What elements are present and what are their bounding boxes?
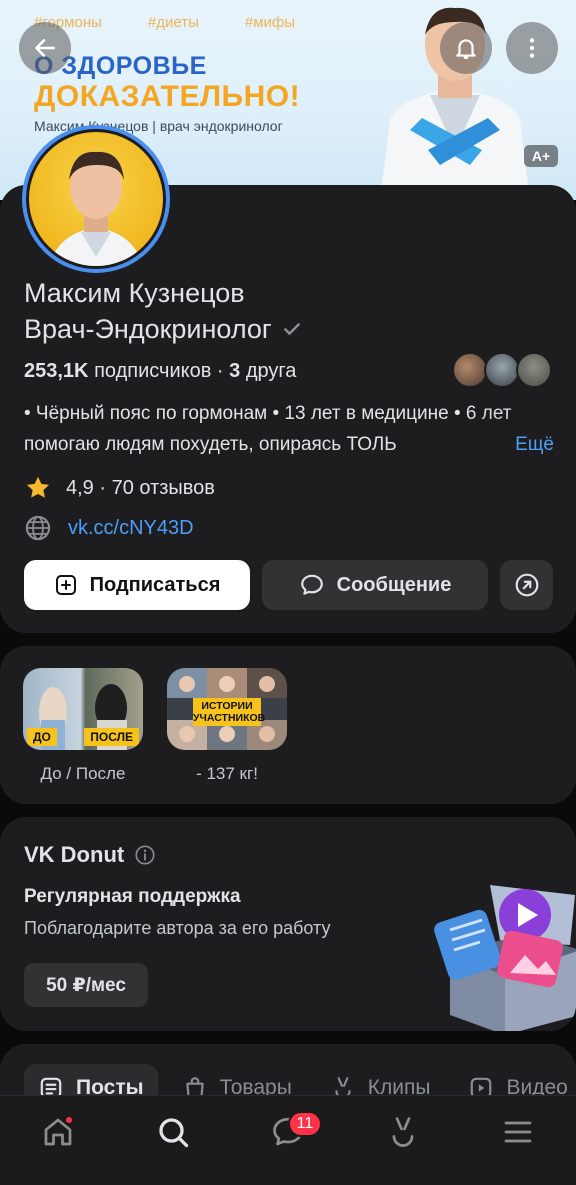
donut-gift-box-illustration: [434, 885, 576, 1031]
share-arrow-icon: [515, 573, 538, 597]
subscribe-button[interactable]: Подписаться: [24, 560, 250, 610]
donut-title: VK Donut: [24, 842, 156, 868]
highlight-thumbnail: ИСТОРИИ УЧАСТНИКОВ: [167, 668, 287, 750]
profile-name-line-1: Максим Кузнецов: [24, 278, 245, 308]
nav-messages[interactable]: 11: [258, 1107, 322, 1157]
friend-avatar[interactable]: [484, 352, 520, 388]
info-icon[interactable]: [134, 844, 156, 866]
friend-avatar[interactable]: [516, 352, 552, 388]
donut-heading: Регулярная поддержка: [24, 886, 241, 907]
share-button[interactable]: [500, 560, 553, 610]
nav-home[interactable]: [28, 1107, 88, 1157]
reviews-count: · 70 отзывов: [99, 476, 215, 499]
more-vertical-icon: [529, 38, 535, 58]
back-button[interactable]: [19, 22, 71, 74]
notifications-button[interactable]: [440, 22, 492, 74]
profile-name-line-2: Врач-Эндокринолог: [24, 314, 272, 344]
back-arrow-icon: [35, 39, 55, 57]
notification-dot: [63, 1114, 74, 1125]
bio-text: • Чёрный пояс по гормонам • 13 лет в мед…: [24, 403, 512, 455]
clips-nav-icon: [392, 1116, 414, 1147]
donut-price-button[interactable]: 50 ₽/мес: [24, 963, 148, 1007]
friend-avatar[interactable]: [452, 352, 488, 388]
profile-bio: • Чёрный пояс по гормонам • 13 лет в мед…: [24, 398, 554, 460]
bio-more-link[interactable]: Ещё: [509, 429, 554, 460]
bottom-navigation: 11: [0, 1095, 576, 1185]
stories-banner: ИСТОРИИ УЧАСТНИКОВ: [193, 698, 266, 726]
highlight-thumbnail: ДО ПОСЛЕ: [23, 668, 143, 750]
before-tag: ДО: [27, 728, 57, 746]
highlight-item[interactable]: ДО ПОСЛЕ До / После: [23, 668, 143, 784]
profile-name: Максим Кузнецов Врач-Эндокринолог: [24, 275, 302, 347]
hamburger-menu-icon: [504, 1121, 532, 1142]
friends-count: 3: [229, 360, 241, 382]
stats-separator: ·: [216, 360, 224, 382]
website-link[interactable]: vk.cc/cNY43D: [68, 517, 194, 540]
messages-badge: 11: [287, 1110, 322, 1137]
nav-clips[interactable]: [373, 1107, 433, 1157]
cover-headline-2: ДОКАЗАТЕЛЬНО!: [34, 80, 301, 113]
after-tag: ПОСЛЕ: [84, 728, 139, 746]
subscribers-count: 253,1K: [24, 360, 89, 382]
message-label: Сообщение: [336, 573, 452, 596]
rating-row[interactable]: 4,9 · 70 отзывов: [24, 474, 215, 502]
message-bubble-icon: [300, 574, 323, 595]
message-button[interactable]: Сообщение: [262, 560, 488, 610]
friends-label: друга: [245, 360, 297, 382]
stories-banner-line-1: ИСТОРИИ: [201, 700, 253, 712]
cover-tag: #мифы: [244, 14, 296, 31]
vk-donut-card[interactable]: VK Donut Регулярная поддержка Поблагодар…: [0, 817, 576, 1031]
donut-title-text: VK Donut: [24, 842, 125, 867]
avatar[interactable]: [22, 125, 170, 273]
highlight-label: - 137 кг!: [196, 764, 258, 783]
nav-menu[interactable]: [488, 1107, 548, 1157]
highlight-item[interactable]: ИСТОРИИ УЧАСТНИКОВ - 137 кг!: [167, 668, 287, 784]
more-button[interactable]: [506, 22, 558, 74]
avatar-photo: [49, 151, 143, 266]
rating-value: 4,9: [66, 476, 94, 499]
profile-stats[interactable]: 253,1K подписчиков · 3 друга: [24, 360, 296, 383]
font-size-badge[interactable]: A+: [524, 145, 558, 167]
globe-icon: [25, 515, 51, 541]
search-icon: [159, 1117, 188, 1147]
highlight-label: До / После: [40, 764, 126, 783]
star-icon: [26, 476, 50, 498]
subscribers-label: подписчиков: [94, 360, 212, 382]
nav-search[interactable]: [143, 1107, 203, 1157]
verified-check-icon[interactable]: [282, 319, 302, 339]
donut-description: Поблагодарите автора за его работу: [24, 918, 331, 938]
website-row[interactable]: vk.cc/cNY43D: [24, 514, 194, 542]
highlights-card: ДО ПОСЛЕ До / После ИСТОРИИ УЧАСТНИКОВ -…: [0, 646, 576, 804]
bell-icon: [456, 39, 476, 59]
cover-tag: #диеты: [147, 14, 199, 31]
cover-tags: #гормоны #диеты #мифы: [34, 14, 295, 31]
subscribe-label: Подписаться: [89, 573, 221, 596]
plus-square-icon: [55, 575, 76, 595]
stories-banner-line-2: УЧАСТНИКОВ: [193, 712, 266, 724]
